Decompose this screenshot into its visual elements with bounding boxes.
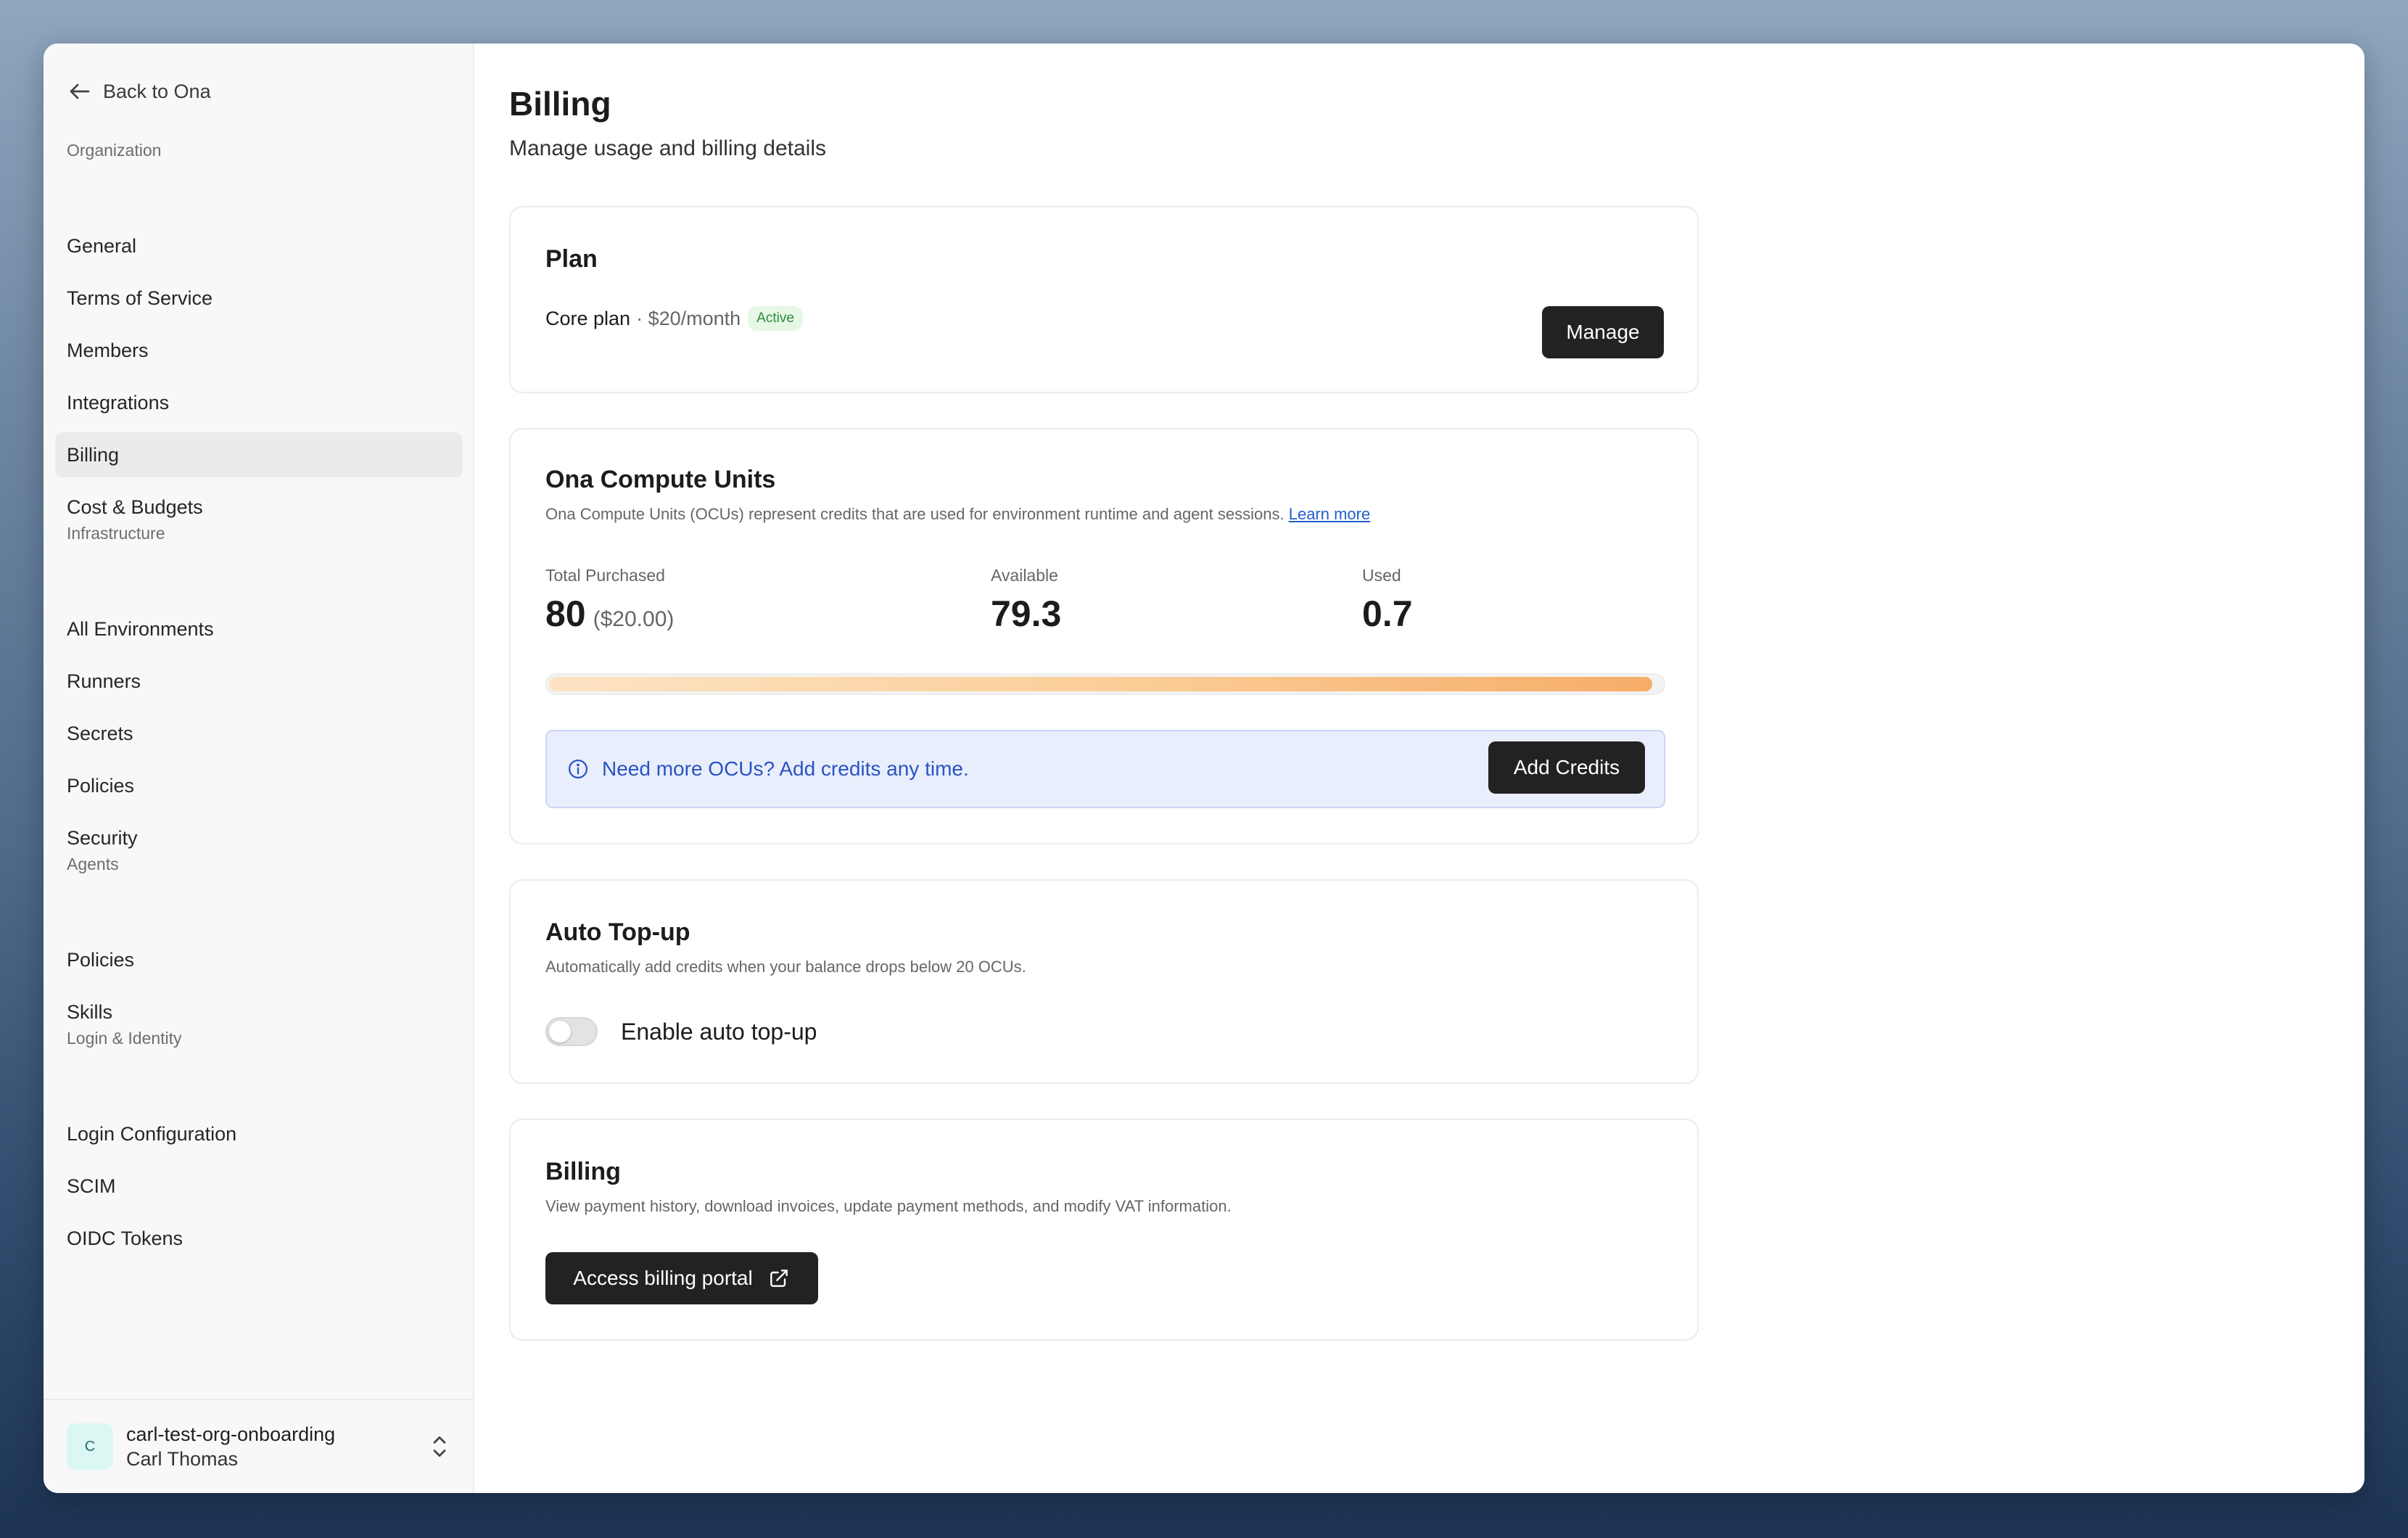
sidebar-item-skills[interactable]: Skills xyxy=(55,990,463,1035)
sidebar-item-cost-budgets[interactable]: Cost & Budgets xyxy=(55,485,463,530)
section-label-organization: Organization xyxy=(67,141,162,160)
plan-name: Core plan xyxy=(545,307,631,329)
auto-topup-description: Automatically add credits when your bala… xyxy=(545,958,1026,976)
ocu-progress-fill xyxy=(549,677,1652,691)
sidebar-item-secrets[interactable]: Secrets xyxy=(55,711,463,756)
sidebar-item-policies-agents[interactable]: Policies xyxy=(55,937,463,982)
ocu-card-title: Ona Compute Units xyxy=(545,466,776,493)
ocu-description: Ona Compute Units (OCUs) represent credi… xyxy=(545,505,1370,524)
stat-available: Available 79.3 xyxy=(991,566,1061,635)
plan-card-title: Plan xyxy=(545,245,598,273)
sidebar-item-members[interactable]: Members xyxy=(55,328,463,373)
billing-portal-title: Billing xyxy=(545,1158,621,1185)
chevron-up-down-icon xyxy=(433,1436,446,1457)
auto-topup-toggle-label: Enable auto top-up xyxy=(621,1019,817,1045)
billing-portal-description: View payment history, download invoices,… xyxy=(545,1197,1232,1215)
billing-portal-card: Billing View payment history, download i… xyxy=(509,1119,1699,1341)
stat-available-label: Available xyxy=(991,566,1058,585)
stat-total-label: Total Purchased xyxy=(545,566,665,585)
org-text: carl-test-org-onboarding Carl Thomas xyxy=(126,1422,429,1471)
add-credits-button[interactable]: Add Credits xyxy=(1488,741,1645,794)
org-user-name: Carl Thomas xyxy=(126,1448,239,1470)
stat-available-value: 79.3 xyxy=(991,593,1062,634)
stat-used-value: 0.7 xyxy=(1362,593,1413,634)
sidebar-item-security[interactable]: Security xyxy=(55,815,463,860)
sidebar-item-runners[interactable]: Runners xyxy=(55,659,463,704)
stat-total-dollars: ($20.00) xyxy=(593,607,675,631)
sidebar-item-billing[interactable]: Billing xyxy=(55,432,463,477)
plan-card: Plan Core plan · $20/month Active Manage xyxy=(509,206,1699,393)
settings-sidebar: Back to Ona Organization General Terms o… xyxy=(44,44,474,1493)
stat-total-value-row: 80 ($20.00) xyxy=(545,593,674,635)
sidebar-item-all-environments[interactable]: All Environments xyxy=(55,606,463,651)
plan-price: · $20/month xyxy=(636,307,741,329)
back-link[interactable]: Back to Ona xyxy=(67,77,211,106)
access-billing-portal-label: Access billing portal xyxy=(573,1267,753,1289)
auto-topup-title: Auto Top-up xyxy=(545,918,690,946)
sidebar-item-terms-of-service[interactable]: Terms of Service xyxy=(55,276,463,321)
add-credits-banner-text: Need more OCUs? Add credits any time. xyxy=(602,757,969,780)
add-credits-banner: Need more OCUs? Add credits any time. Ad… xyxy=(545,730,1665,808)
info-icon xyxy=(569,760,587,778)
external-link-icon xyxy=(770,1270,788,1287)
main-content: Billing Manage usage and billing details… xyxy=(474,44,2364,1493)
access-billing-portal-button[interactable]: Access billing portal xyxy=(545,1252,818,1304)
stat-used-label: Used xyxy=(1362,566,1401,585)
app-window: Back to Ona Organization General Terms o… xyxy=(44,44,2364,1493)
toggle-knob xyxy=(549,1021,571,1043)
sidebar-item-login-configuration[interactable]: Login Configuration xyxy=(55,1111,463,1156)
sidebar-item-policies-infrastructure[interactable]: Policies xyxy=(55,763,463,808)
section-label-infrastructure: Infrastructure xyxy=(67,524,165,543)
status-badge: Active xyxy=(748,306,803,331)
arrow-left-icon xyxy=(70,83,90,99)
org-avatar: C xyxy=(67,1423,113,1470)
plan-details: Core plan · $20/month Active xyxy=(545,306,803,331)
back-link-label: Back to Ona xyxy=(103,80,211,102)
page-subtitle: Manage usage and billing details xyxy=(509,136,826,160)
sidebar-item-general[interactable]: General xyxy=(55,223,463,268)
ocu-card: Ona Compute Units Ona Compute Units (OCU… xyxy=(509,428,1699,844)
org-switcher[interactable]: C carl-test-org-onboarding Carl Thomas xyxy=(44,1399,473,1493)
sidebar-item-integrations[interactable]: Integrations xyxy=(55,380,463,425)
auto-topup-toggle[interactable] xyxy=(545,1017,598,1046)
ocu-progress-bar xyxy=(545,673,1665,695)
stat-total-purchased: Total Purchased 80 ($20.00) xyxy=(545,566,674,635)
org-name: carl-test-org-onboarding xyxy=(126,1423,336,1445)
ocu-description-text: Ona Compute Units (OCUs) represent credi… xyxy=(545,505,1285,523)
learn-more-link[interactable]: Learn more xyxy=(1289,505,1371,523)
section-label-login-identity: Login & Identity xyxy=(67,1029,182,1048)
stat-total-value: 80 xyxy=(545,593,586,634)
stat-used: Used 0.7 xyxy=(1362,566,1413,635)
sidebar-item-scim[interactable]: SCIM xyxy=(55,1164,463,1209)
section-label-agents: Agents xyxy=(67,855,119,873)
auto-topup-card: Auto Top-up Automatically add credits wh… xyxy=(509,879,1699,1084)
sidebar-item-oidc-tokens[interactable]: OIDC Tokens xyxy=(55,1216,463,1261)
page-title: Billing xyxy=(509,85,611,123)
manage-button[interactable]: Manage xyxy=(1542,306,1664,358)
